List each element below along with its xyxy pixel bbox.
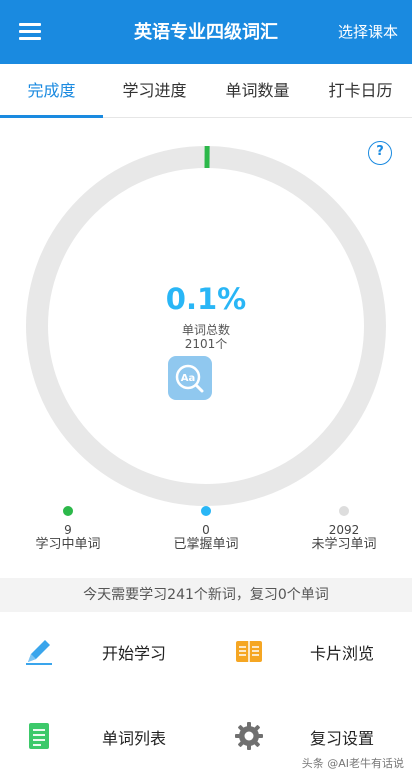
- tab-word-count[interactable]: 单词数量: [206, 64, 309, 118]
- completion-percent: 0.1%: [165, 282, 247, 316]
- card-browse-button[interactable]: 卡片浏览: [234, 622, 404, 682]
- legend-learning-label: 学习中单词: [35, 537, 101, 552]
- word-list-label: 单词列表: [102, 729, 167, 748]
- svg-text:Aa: Aa: [181, 373, 196, 384]
- legend-mastered-count: 0: [202, 523, 210, 537]
- start-study-button[interactable]: 开始学习: [24, 622, 204, 682]
- review-settings-label: 复习设置: [310, 729, 375, 748]
- word-list-button[interactable]: 单词列表: [24, 707, 204, 767]
- tab-completion[interactable]: 完成度: [0, 64, 103, 118]
- mastered-dot-icon: [201, 506, 211, 516]
- legend-mastered: 0 已掌握单词: [146, 506, 266, 553]
- tab-study-progress[interactable]: 学习进度: [103, 64, 206, 118]
- dictionary-lookup-icon[interactable]: Aa: [168, 356, 212, 400]
- total-words-value: 2101个: [184, 337, 228, 351]
- daily-plan-notice: 今天需要学习241个新词，复习0个单词: [0, 578, 412, 612]
- menu-icon[interactable]: [16, 20, 46, 44]
- app-bar: 英语专业四级词汇 选择课本: [0, 0, 412, 64]
- legend-mastered-label: 已掌握单词: [173, 537, 239, 552]
- learning-dot-icon: [63, 506, 73, 516]
- open-book-icon: [236, 641, 262, 662]
- legend-learning-count: 9: [64, 523, 72, 537]
- legend-learning: 9 学习中单词: [8, 506, 128, 553]
- tab-checkin-calendar[interactable]: 打卡日历: [309, 64, 412, 118]
- tab-indicator: [0, 115, 103, 118]
- watermark: 头条 @AI老牛有话说: [301, 757, 404, 770]
- legend-unlearned: 2092 未学习单词: [284, 506, 404, 553]
- gear-icon: [235, 722, 263, 750]
- card-browse-label: 卡片浏览: [310, 644, 375, 663]
- list-icon: [29, 723, 49, 749]
- legend-unlearned-count: 2092: [328, 523, 360, 537]
- start-study-label: 开始学习: [102, 644, 167, 663]
- tab-bar: 完成度 学习进度 单词数量 打卡日历: [0, 64, 412, 118]
- select-book-button[interactable]: 选择课本: [338, 21, 398, 42]
- legend-unlearned-label: 未学习单词: [311, 537, 377, 552]
- unlearned-dot-icon: [339, 506, 349, 516]
- pencil-icon: [26, 640, 52, 665]
